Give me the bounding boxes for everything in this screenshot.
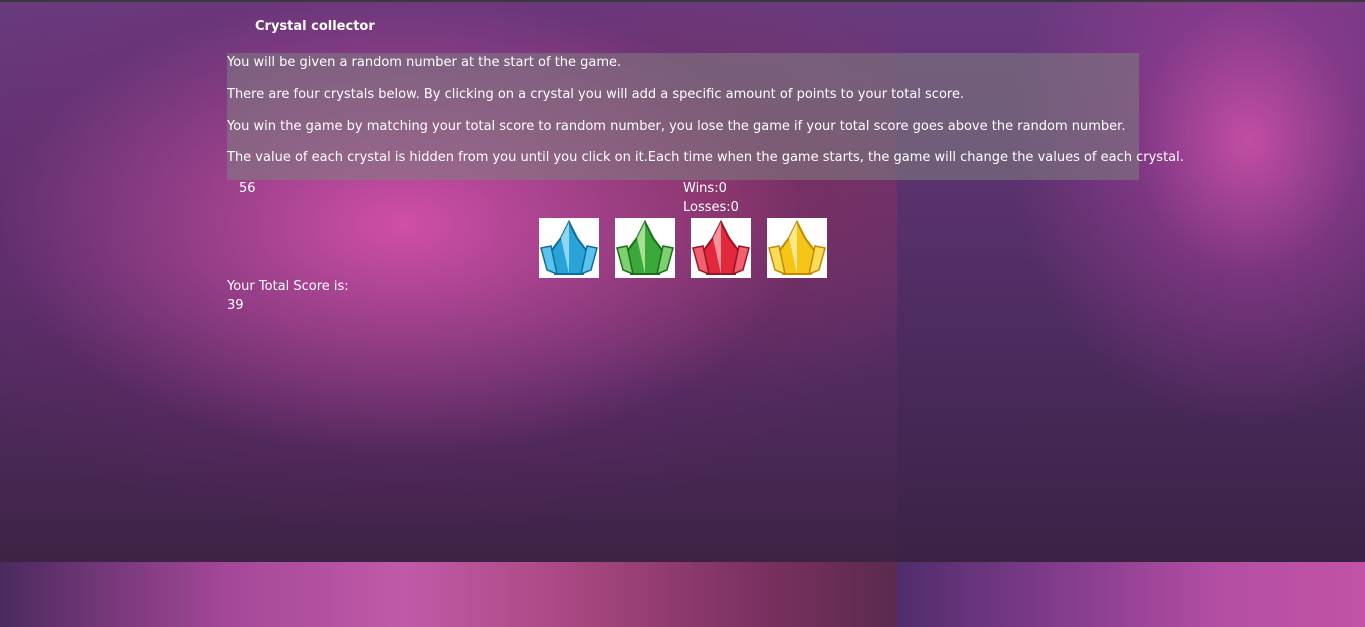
total-score-value: 39	[227, 298, 244, 313]
top-border	[0, 0, 1365, 2]
yellow-crystal-button[interactable]	[767, 218, 827, 278]
yellow-crystal-icon	[768, 219, 826, 276]
losses-counter: Losses:0	[683, 200, 739, 215]
total-score-label: Your Total Score is:	[227, 279, 349, 294]
blue-crystal-button[interactable]	[539, 218, 599, 278]
red-crystal-icon	[692, 219, 750, 276]
instructions-panel: You will be given a random number at the…	[227, 53, 1184, 180]
blue-crystal-icon	[540, 219, 598, 276]
wins-counter: Wins:0	[683, 181, 727, 196]
instruction-line: You win the game by matching your total …	[227, 119, 1126, 134]
instruction-line: You will be given a random number at the…	[227, 55, 622, 70]
game-title: Crystal collector	[255, 19, 375, 34]
red-crystal-button[interactable]	[691, 218, 751, 278]
background-tile	[0, 562, 897, 627]
instruction-line: The value of each crystal is hidden from…	[227, 150, 1184, 165]
target-number: 56	[239, 181, 256, 196]
background-tile	[897, 562, 1365, 627]
green-crystal-icon	[616, 219, 674, 276]
instruction-line: There are four crystals below. By clicki…	[227, 87, 965, 102]
green-crystal-button[interactable]	[615, 218, 675, 278]
